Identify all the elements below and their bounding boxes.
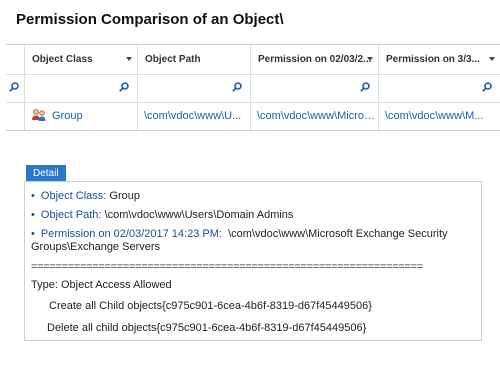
column-header-permission-b[interactable]: Permission on 3/3... xyxy=(379,45,500,74)
search-icon[interactable] xyxy=(482,82,492,92)
object-path-value: \com\vdoc\www\Users\Domain Admins xyxy=(104,209,294,221)
access-type: Type: Object Access Allowed xyxy=(31,279,172,291)
detail-panel: • Object Class: Group • Object Path: \co… xyxy=(24,181,482,341)
filter-object-class[interactable] xyxy=(25,75,138,102)
filter-permission-b[interactable] xyxy=(379,75,500,102)
page-title: Permission Comparison of an Object\ xyxy=(16,11,284,28)
cell-permission-a[interactable]: \com\vdoc\www\Micros... xyxy=(251,103,379,130)
bullet: • xyxy=(31,190,35,202)
grid-header-row: Object Class Object Path Permission on 0… xyxy=(6,45,500,75)
column-header-label: Object Class xyxy=(32,54,93,65)
group-icon xyxy=(32,108,46,121)
column-header-permission-a[interactable]: Permission on 02/03/2... xyxy=(251,45,379,74)
object-class-label: Object Class: xyxy=(40,190,107,202)
search-icon[interactable] xyxy=(232,82,242,92)
cell-object-class[interactable]: Group xyxy=(25,103,138,130)
row-spacer xyxy=(6,103,25,130)
table-row[interactable]: Group \com\vdoc\www\U... \com\vdoc\www\M… xyxy=(6,103,500,130)
column-header-label: Permission on 02/03/2... xyxy=(258,54,372,65)
header-spacer xyxy=(6,45,25,74)
column-header-label: Permission on 3/3... xyxy=(386,54,480,65)
permission-entry: Delete all child objects{c975c901-6cea-4… xyxy=(47,322,367,334)
column-header-label: Object Path xyxy=(145,54,201,65)
comparison-grid: Object Class Object Path Permission on 0… xyxy=(6,44,500,131)
search-icon[interactable] xyxy=(360,82,370,92)
filter-permission-a[interactable] xyxy=(251,75,379,102)
object-class-value: Group xyxy=(52,110,83,122)
chevron-down-icon[interactable] xyxy=(489,57,495,61)
permission-entry: Create all Child objects{c975c901-6cea-4… xyxy=(49,300,372,312)
bullet: • xyxy=(31,209,35,221)
object-path-label: Object Path: xyxy=(40,209,102,221)
chevron-down-icon[interactable] xyxy=(126,57,132,61)
column-header-object-path[interactable]: Object Path xyxy=(138,45,251,74)
detail-permission: • Permission on 02/03/2017 14:23 PM: \co… xyxy=(31,228,475,254)
cell-permission-b[interactable]: \com\vdoc\www\M... xyxy=(379,103,500,130)
filter-object-path[interactable] xyxy=(138,75,251,102)
object-class-value: Group xyxy=(109,190,140,202)
separator-line: ========================================… xyxy=(31,261,423,273)
filter-cell[interactable] xyxy=(6,75,25,102)
bullet: • xyxy=(31,228,35,240)
chevron-down-icon[interactable] xyxy=(367,57,373,61)
permission-label: Permission on 02/03/2017 14:23 PM: xyxy=(40,228,222,240)
detail-object-path: • Object Path: \com\vdoc\www\Users\Domai… xyxy=(31,206,475,225)
tab-detail[interactable]: Detail xyxy=(26,165,66,182)
grid-filter-row xyxy=(6,75,500,103)
detail-object-class: • Object Class: Group xyxy=(31,187,475,206)
search-icon[interactable] xyxy=(119,82,129,92)
column-header-object-class[interactable]: Object Class xyxy=(25,45,138,74)
search-icon[interactable] xyxy=(9,82,19,92)
cell-object-path[interactable]: \com\vdoc\www\U... xyxy=(138,103,251,130)
